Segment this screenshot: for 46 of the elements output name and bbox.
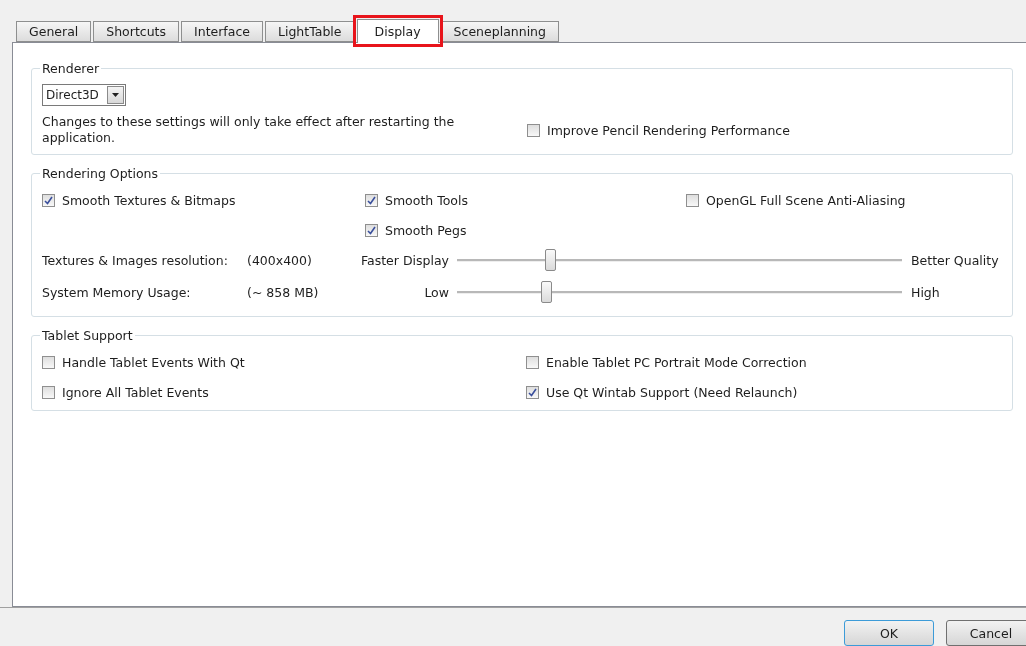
tab[interactable]: General bbox=[16, 21, 92, 42]
tab[interactable]: Interface bbox=[181, 21, 263, 42]
checkbox-label: Ignore All Tablet Events bbox=[62, 385, 209, 400]
checkbox[interactable] bbox=[526, 356, 539, 369]
tab[interactable]: LightTable bbox=[265, 21, 355, 42]
check-icon bbox=[44, 196, 53, 205]
checkbox[interactable] bbox=[42, 194, 55, 207]
checkbox[interactable] bbox=[686, 194, 699, 207]
slider-min-label: Low bbox=[423, 284, 450, 300]
checkbox[interactable] bbox=[365, 194, 378, 207]
slider-thumb[interactable] bbox=[545, 249, 557, 271]
setting-label: System Memory Usage: bbox=[42, 284, 192, 300]
checkbox-label: Improve Pencil Rendering Performance bbox=[547, 122, 790, 138]
setting-value: (400x400) bbox=[247, 252, 313, 268]
checkbox-label: Smooth Tools bbox=[385, 193, 468, 208]
group-title: Tablet Support bbox=[41, 328, 134, 343]
checkbox[interactable] bbox=[526, 386, 539, 399]
tab[interactable]: Sceneplanning bbox=[440, 21, 559, 42]
checkbox[interactable] bbox=[527, 123, 540, 137]
checkbox-label: Smooth Pegs bbox=[385, 223, 467, 238]
slider-max-label: High bbox=[910, 284, 941, 300]
check-icon bbox=[528, 388, 537, 397]
dialog-button[interactable]: Cancel bbox=[946, 620, 1026, 646]
checkbox-label: OpenGL Full Scene Anti-Aliasing bbox=[706, 193, 906, 208]
checkbox-label: Use Qt Wintab Support (Need Relaunch) bbox=[546, 385, 798, 400]
setting-label: Textures & Images resolution: bbox=[42, 252, 229, 268]
tab[interactable]: Shortcuts bbox=[93, 21, 180, 42]
caret-icon bbox=[112, 93, 119, 97]
dialog-button[interactable]: OK bbox=[844, 620, 934, 646]
group-title: Rendering Options bbox=[41, 166, 160, 181]
group-title: Renderer bbox=[41, 61, 101, 76]
slider-min-label: Faster Display bbox=[360, 252, 450, 268]
checkbox[interactable] bbox=[42, 356, 55, 369]
slider-thumb[interactable] bbox=[541, 281, 552, 303]
checkbox-label: Smooth Textures & Bitmaps bbox=[62, 193, 236, 208]
check-icon bbox=[367, 226, 376, 235]
checkbox-label: Enable Tablet PC Portrait Mode Correction bbox=[546, 355, 807, 370]
checkbox[interactable] bbox=[42, 386, 55, 399]
renderer-dropdown[interactable]: Direct3D bbox=[42, 84, 126, 106]
setting-value: (~ 858 MB) bbox=[247, 284, 320, 300]
dropdown-button[interactable] bbox=[107, 86, 124, 104]
checkbox[interactable] bbox=[365, 224, 378, 237]
restart-note: Changes to these settings will only take effect after restarting the application. bbox=[42, 114, 456, 146]
checkbox-label: Handle Tablet Events With Qt bbox=[62, 355, 245, 370]
slider-max-label: Better Quality bbox=[910, 252, 1000, 268]
check-icon bbox=[367, 196, 376, 205]
